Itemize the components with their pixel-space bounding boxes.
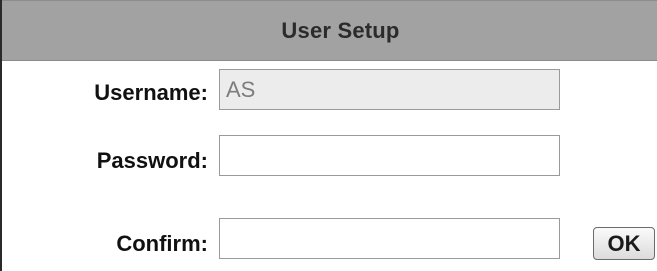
password-field[interactable] — [219, 135, 560, 176]
username-label: Username: — [94, 80, 208, 105]
panel-title: User Setup — [281, 17, 400, 43]
confirm-password-field[interactable] — [219, 218, 560, 259]
panel-header: User Setup — [2, 0, 657, 61]
password-label: Password: — [96, 148, 208, 173]
confirm-label: Confirm: — [116, 231, 208, 256]
ok-button[interactable]: OK — [593, 227, 655, 260]
user-setup-panel: User Setup Username: Password: Confirm: … — [0, 0, 657, 271]
username-field[interactable] — [219, 69, 560, 110]
